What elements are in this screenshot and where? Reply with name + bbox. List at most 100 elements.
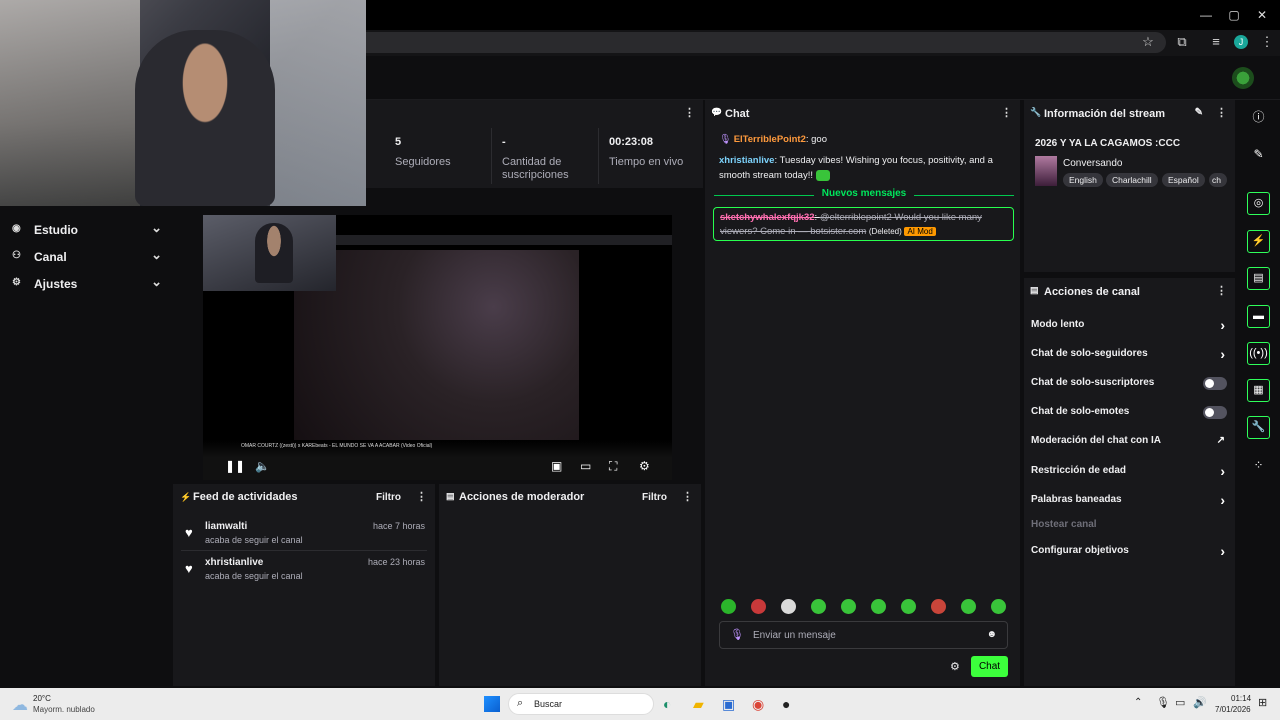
- sidebar-item-ajustes[interactable]: ⚙ Ajustes ⌄: [12, 274, 164, 294]
- chat-settings-icon[interactable]: ⚙: [950, 660, 960, 673]
- tag[interactable]: ch: [1209, 173, 1227, 187]
- maximize-icon[interactable]: ▢: [1220, 6, 1248, 24]
- tag[interactable]: English: [1063, 173, 1103, 187]
- list-item: ♥ xhristianlive hace 23 horas acaba de s…: [185, 557, 425, 581]
- extensions-icon[interactable]: ⧉: [1171, 33, 1193, 51]
- chat-message: 🎙 ElTerriblePoint2: goo: [719, 134, 827, 145]
- search-icon: ⌕: [517, 697, 524, 709]
- pause-icon[interactable]: ❚❚: [225, 459, 245, 473]
- sidebar-item-canal[interactable]: ⚇ Canal ⌄: [12, 247, 164, 267]
- chat-send-button[interactable]: Chat: [971, 656, 1008, 677]
- action-modo-lento[interactable]: Modo lento ›: [1031, 317, 1227, 335]
- theater-icon[interactable]: ▭: [580, 459, 591, 473]
- new-messages-divider: Nuevos mensajes: [714, 188, 1014, 202]
- toggle-switch[interactable]: [1203, 377, 1227, 390]
- action-solo-seguidores[interactable]: Chat de solo-seguidores ›: [1031, 346, 1227, 364]
- chat-icon[interactable]: ▬: [1247, 305, 1270, 328]
- profile-icon[interactable]: J: [1234, 35, 1248, 49]
- action-banned-words[interactable]: Palabras baneadas ›: [1031, 492, 1227, 510]
- emote-icon[interactable]: [841, 599, 856, 614]
- tag[interactable]: Charlachill: [1106, 173, 1158, 187]
- edge-icon[interactable]: ◐: [663, 696, 671, 712]
- volume-icon[interactable]: 🔊: [1193, 696, 1207, 709]
- chrome-icon[interactable]: ◉: [752, 696, 764, 713]
- bolt-icon[interactable]: ⚡: [1247, 230, 1270, 253]
- star-icon[interactable]: ☆: [1137, 33, 1159, 51]
- broadcast-icon[interactable]: ((•)): [1247, 342, 1270, 365]
- sidebar-item-estudio[interactable]: ◉ Estudio ⌄: [12, 220, 164, 240]
- more-options-icon[interactable]: ⋮: [1216, 284, 1227, 297]
- chevron-right-icon: ›: [1220, 492, 1225, 508]
- wrench-icon[interactable]: 🔧: [1247, 416, 1270, 439]
- filter-button[interactable]: Filtro: [642, 492, 667, 503]
- more-options-icon[interactable]: ⋮: [416, 490, 427, 503]
- emoji-icon[interactable]: ☻: [986, 629, 997, 640]
- heart-icon: ♥: [185, 561, 193, 576]
- info-icon[interactable]: ⓘ: [1247, 106, 1270, 129]
- emote-icon[interactable]: [901, 599, 916, 614]
- sidebar-item-label: Ajustes: [34, 277, 78, 291]
- chat-input[interactable]: 🎙 Enviar un mensaje ☻: [719, 621, 1008, 649]
- emote-icon[interactable]: [871, 599, 886, 614]
- chevron-up-icon[interactable]: ⌃: [1134, 697, 1142, 708]
- network-icon[interactable]: ▭: [1175, 696, 1185, 709]
- emote-icon[interactable]: [991, 599, 1006, 614]
- mod-actions-title: Acciones de moderador: [459, 491, 585, 503]
- wrench-icon: 🔧: [1030, 107, 1042, 117]
- menu-icon[interactable]: ⋮: [1256, 33, 1278, 51]
- mic-icon[interactable]: 🎙: [1156, 696, 1170, 709]
- weather-icon[interactable]: ☁: [12, 695, 28, 715]
- volume-icon[interactable]: 🔈: [255, 459, 270, 473]
- store-icon[interactable]: ▣: [722, 696, 735, 713]
- obs-icon[interactable]: ●: [782, 696, 790, 712]
- address-bar[interactable]: [250, 32, 1166, 53]
- chevron-down-icon: ⌄: [151, 247, 162, 262]
- filter-button[interactable]: Filtro: [376, 492, 401, 503]
- action-goals[interactable]: Configurar objetivos ›: [1031, 543, 1227, 561]
- stream-title: 2026 Y YA LA CAGAMOS :CCC: [1035, 138, 1181, 149]
- notes-icon[interactable]: ▤: [1247, 267, 1270, 290]
- pencil-icon[interactable]: ✎: [1247, 143, 1270, 166]
- taskbar-search[interactable]: ⌕ Buscar: [508, 693, 654, 715]
- close-icon[interactable]: ✕: [1248, 6, 1276, 24]
- layout-icon[interactable]: ▦: [1247, 379, 1270, 402]
- more-options-icon[interactable]: ⋮: [1216, 106, 1227, 119]
- edit-icon[interactable]: ✎: [1195, 107, 1203, 118]
- more-options-icon[interactable]: ⋮: [684, 106, 695, 119]
- minimize-icon[interactable]: —: [1192, 6, 1220, 24]
- tag[interactable]: Español: [1162, 173, 1205, 187]
- toggle-switch[interactable]: [1203, 406, 1227, 419]
- media-icon[interactable]: ≡: [1205, 33, 1227, 51]
- more-options-icon[interactable]: ⋮: [682, 490, 693, 503]
- notification-icon[interactable]: ⊞: [1258, 696, 1267, 709]
- action-age-restriction[interactable]: Restricción de edad ›: [1031, 463, 1227, 481]
- emote-icon[interactable]: [721, 599, 736, 614]
- emote-icon[interactable]: [751, 599, 766, 614]
- emote-icon[interactable]: [811, 599, 826, 614]
- more-options-icon[interactable]: ⋮: [1001, 106, 1012, 119]
- action-ai-moderation[interactable]: Moderación del chat con IA ↗: [1031, 435, 1227, 451]
- clock-date[interactable]: 7/01/2026: [1215, 705, 1251, 714]
- emote-icon[interactable]: [961, 599, 976, 614]
- video-webcam: [203, 215, 336, 291]
- stat-live-time: 00:23:08 Tiempo en vivo: [609, 136, 684, 168]
- emote-icon[interactable]: [931, 599, 946, 614]
- folder-icon[interactable]: ▰: [693, 696, 704, 713]
- miniplayer-icon[interactable]: ▣: [551, 459, 562, 473]
- stream-category[interactable]: Conversando: [1063, 158, 1122, 169]
- fullscreen-icon[interactable]: ⛶: [609, 459, 617, 474]
- camera-icon[interactable]: ◎: [1247, 192, 1270, 215]
- mic-icon[interactable]: 🎙: [730, 628, 744, 641]
- stat-subscriptions: - Cantidad de suscripciones: [502, 136, 569, 181]
- stream-preview[interactable]: OMAR COURTZ ((zesti)) x KAREbeats - EL M…: [203, 215, 672, 480]
- emote-icon[interactable]: [781, 599, 796, 614]
- user-avatar[interactable]: [1232, 67, 1254, 89]
- chevron-right-icon: ›: [1220, 346, 1225, 362]
- windows-start-icon[interactable]: [484, 696, 500, 712]
- settings-icon[interactable]: ⚙: [639, 459, 650, 473]
- apps-icon[interactable]: ⁘: [1247, 454, 1270, 477]
- channel-icon: ⚇: [12, 250, 21, 261]
- category-thumbnail[interactable]: [1035, 156, 1057, 186]
- clock-time[interactable]: 01:14: [1231, 694, 1251, 703]
- list-item: ♥ liamwalti hace 7 horas acaba de seguir…: [185, 521, 425, 545]
